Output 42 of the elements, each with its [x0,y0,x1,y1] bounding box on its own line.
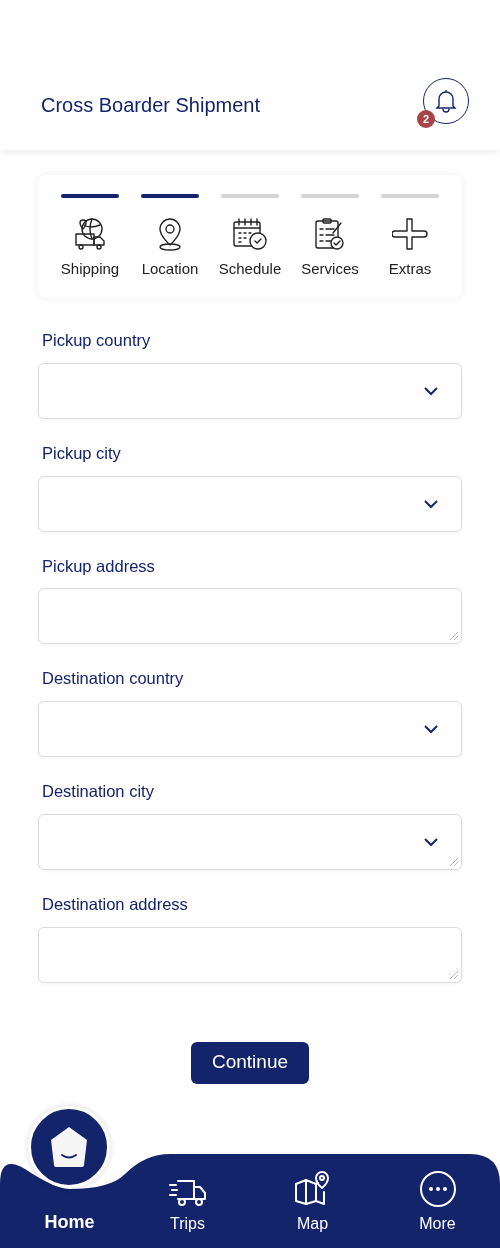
chevron-down-icon [423,836,439,847]
field-label: Destination city [42,781,155,802]
home-icon [49,1125,89,1169]
step-label[interactable]: Extras [388,258,432,281]
resize-handle-icon[interactable] [449,969,459,980]
nav-tab[interactable]: Trips [125,1154,250,1248]
step-label[interactable]: Services [301,258,359,281]
field-label: Pickup address [42,555,156,577]
more-icon [418,1170,457,1208]
input-field[interactable] [38,926,462,983]
continue-button[interactable]: Continue [191,1041,309,1084]
select-field[interactable] [38,701,462,757]
page-title: Cross Boarder Shipment [41,93,260,118]
calendar-clock-icon [232,217,268,251]
resize-handle-icon[interactable] [449,856,459,867]
truck-icon [167,1178,208,1208]
input-field[interactable] [38,588,462,645]
map-pin-icon [293,1170,332,1208]
nav-tab[interactable]: Map [250,1154,375,1248]
plus-icon [392,217,428,251]
select-field[interactable] [38,813,462,870]
field-label: Destination address [42,893,189,915]
chevron-down-icon [423,724,439,734]
step-label[interactable]: Shipping [60,258,120,281]
step-label[interactable]: Location [141,258,199,281]
field-label: Pickup country [42,330,152,351]
step-label[interactable]: Schedule [218,258,282,281]
field-label: Destination country [42,668,185,690]
nav-tab[interactable]: More [375,1154,500,1248]
globe-truck-icon [72,217,108,251]
home-button[interactable] [28,1106,110,1188]
location-pin-icon [157,217,183,251]
checklist-icon [313,217,347,251]
select-field[interactable] [38,475,462,532]
field-label: Pickup city [42,442,122,464]
chevron-down-icon [423,385,439,396]
nav-tab[interactable]: Home [44,1209,95,1236]
notification-badge: 2 [417,110,435,128]
resize-handle-icon[interactable] [449,631,459,642]
bell-icon [434,88,458,114]
select-field[interactable] [38,362,462,419]
chevron-down-icon [423,498,439,509]
